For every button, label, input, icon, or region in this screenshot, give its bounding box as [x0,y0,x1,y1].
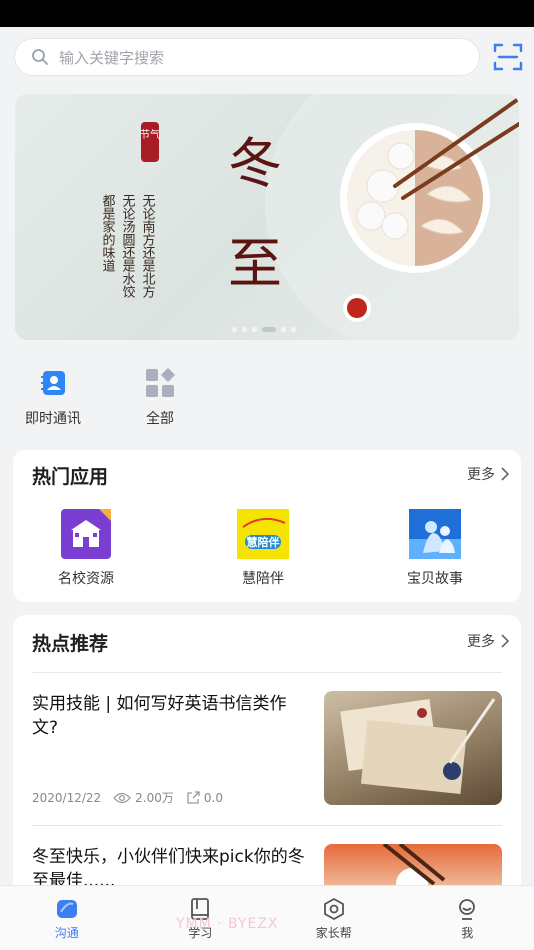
section-title: 热点推荐 [32,629,108,656]
banner-carousel[interactable]: 节气 冬 至 无论南方还是北方 无论汤圆还是水饺 都是家的味道 [15,94,519,340]
quick-item-im[interactable]: 即时通讯 [13,366,93,428]
carousel-dot[interactable] [291,327,296,332]
parent-help-icon [322,897,346,921]
section-title: 热门应用 [32,462,108,489]
app-label: 宝贝故事 [407,568,463,588]
eye-icon [113,792,131,804]
quick-item-label: 全部 [146,408,174,428]
companion-logo-text: 慧陪伴 [247,535,280,549]
grid-icon [143,366,177,400]
seal-text: 节气 [140,128,160,141]
share-icon [186,791,200,805]
divider [32,825,502,826]
more-link[interactable]: 更多 [467,464,509,484]
carousel-dot[interactable] [262,327,276,332]
search-input[interactable]: 输入关键字搜索 [14,38,480,76]
quick-item-all[interactable]: 全部 [120,366,200,428]
hot-apps-card: 热门应用 更多 名校资源 慧陪伴 慧陪伴 [13,450,521,602]
app-companion[interactable]: 慧陪伴 慧陪伴 [213,509,313,588]
tab-chat[interactable]: 沟通 [0,886,134,950]
companion-icon: 慧陪伴 [237,509,289,559]
baby-story-icon [409,509,461,559]
seal-stamp [141,122,159,162]
tab-me[interactable]: 我 [401,886,534,950]
contacts-book-icon [36,366,70,400]
article-title: 实用技能 | 如何写好英语书信类作文? [32,692,310,740]
quick-item-label: 即时通讯 [25,408,81,428]
more-label: 更多 [467,631,495,651]
status-bar [0,0,534,27]
chevron-right-icon [501,467,509,481]
tab-label: 家长帮 [316,924,352,941]
profile-icon [455,897,479,921]
watermark: YMM · BYEZX [176,916,278,932]
divider [32,672,502,673]
article-thumbnail [324,691,502,805]
more-label: 更多 [467,464,495,484]
app-label: 慧陪伴 [242,568,284,588]
article-meta: 2020/12/22 2.00万 0.0 [32,789,235,806]
tab-parent-help[interactable]: 家长帮 [267,886,401,950]
article-views: 2.00万 [135,789,174,806]
poem-column: 无论南方还是北方 [140,194,156,299]
chevron-right-icon [501,634,509,648]
app-school-resources[interactable]: 名校资源 [36,509,136,588]
carousel-dot[interactable] [242,327,247,332]
chat-icon [55,897,79,921]
article-date: 2020/12/22 [32,791,101,805]
carousel-dot[interactable] [232,327,237,332]
carousel-dot[interactable] [252,327,257,332]
more-link[interactable]: 更多 [467,631,509,651]
banner-title-char: 冬 [228,132,282,195]
article-shares: 0.0 [204,791,223,805]
poem-column: 无论汤圆还是水饺 [120,194,136,298]
banner-title-char: 至 [228,232,282,295]
carousel-dots [232,325,296,333]
school-icon [61,509,111,559]
tab-label: 沟通 [55,924,79,941]
app-baby-story[interactable]: 宝贝故事 [385,509,485,588]
search-placeholder: 输入关键字搜索 [59,47,164,68]
search-icon [31,48,49,66]
scan-icon[interactable] [492,41,524,73]
recommend-card: 热点推荐 更多 实用技能 | 如何写好英语书信类作文? 2020/12/22 2… [13,615,521,915]
app-label: 名校资源 [58,568,114,588]
carousel-dot[interactable] [281,327,286,332]
poem-column: 都是家的味道 [100,194,116,272]
tab-label: 我 [461,924,473,941]
